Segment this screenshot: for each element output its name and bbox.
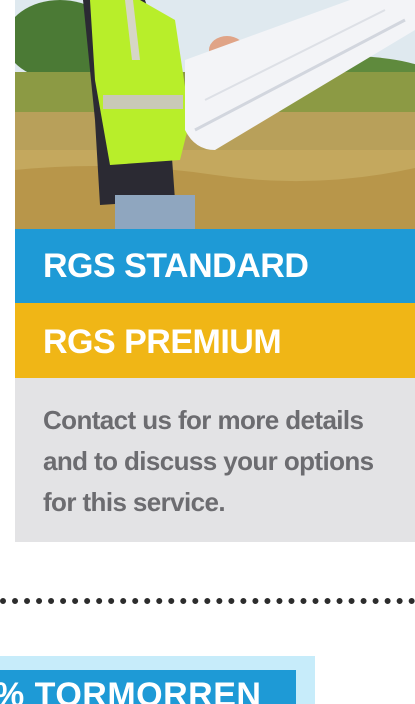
bottom-tab[interactable]: % TORMORREN: [0, 656, 315, 704]
rgs-premium-button[interactable]: RGS PREMIUM: [15, 303, 415, 378]
info-box: Contact us for more details and to discu…: [15, 378, 415, 542]
bottom-tab-label: % TORMORREN: [0, 676, 262, 704]
rgs-premium-label: RGS PREMIUM: [43, 323, 282, 361]
dotted-divider: [0, 598, 415, 604]
rgs-standard-label: RGS STANDARD: [43, 247, 309, 285]
rgs-standard-button[interactable]: RGS STANDARD: [15, 229, 415, 303]
info-text: Contact us for more details and to discu…: [43, 405, 374, 517]
bottom-tab-button[interactable]: % TORMORREN: [0, 670, 296, 704]
surveyor-photo: [15, 0, 415, 229]
service-options-panel: RGS STANDARD RGS PREMIUM Contact us for …: [0, 0, 415, 704]
